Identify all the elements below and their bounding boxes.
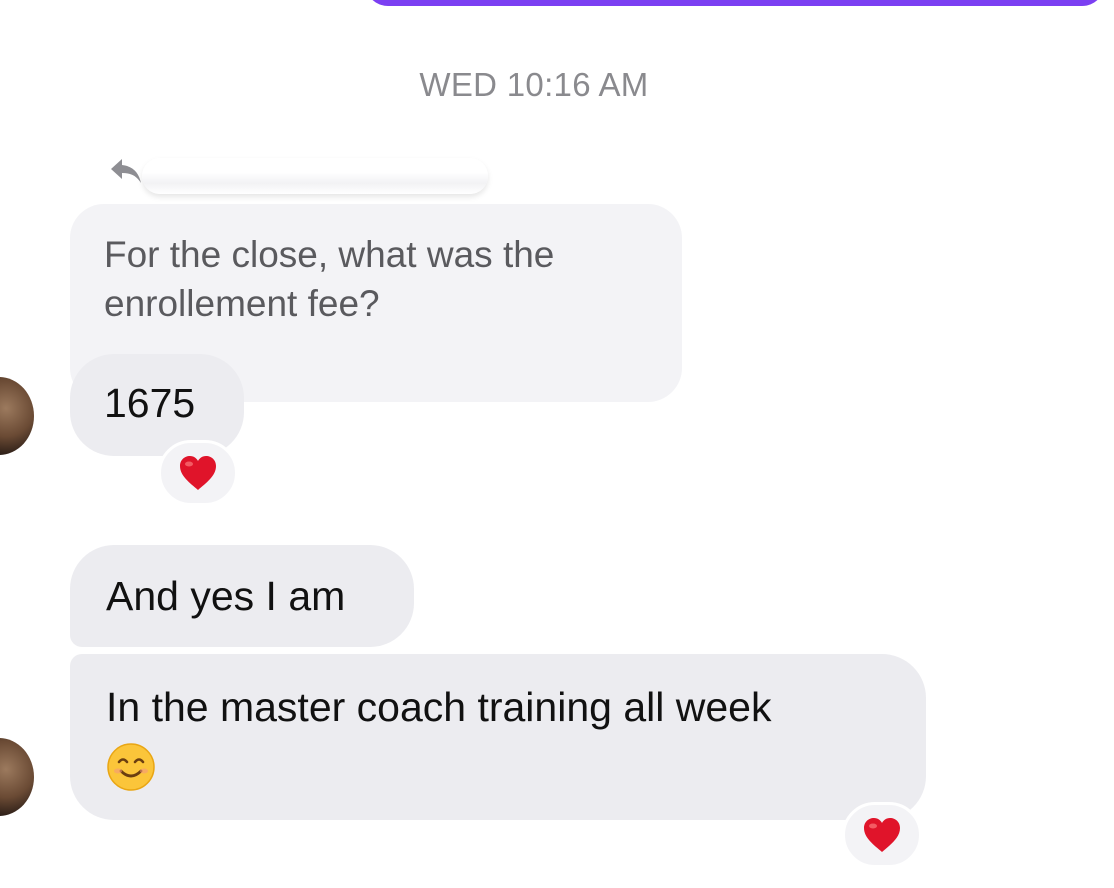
reply-arrow-icon bbox=[108, 156, 144, 186]
message-bubble-and-yes[interactable]: And yes I am bbox=[70, 545, 414, 647]
previous-sent-bubble[interactable] bbox=[365, 0, 1105, 6]
reply-context[interactable] bbox=[108, 150, 488, 202]
quoted-message-text: For the close, what was the enrollement … bbox=[104, 234, 555, 324]
message-bubble-1675[interactable]: 1675 bbox=[70, 354, 244, 456]
reaction-badge[interactable] bbox=[158, 440, 238, 506]
avatar[interactable] bbox=[0, 377, 34, 455]
avatar[interactable] bbox=[0, 738, 34, 816]
smiling-face-icon bbox=[106, 742, 156, 792]
thread-timestamp: WED 10:16 AM bbox=[419, 66, 649, 103]
message-text: In the master coach training all week bbox=[106, 684, 772, 730]
chat-thread: WED 10:16 AM For the close, what was the… bbox=[0, 0, 1114, 888]
reply-sender-redacted bbox=[142, 158, 488, 194]
message-bubble-master-coach[interactable]: In the master coach training all week bbox=[70, 654, 926, 820]
message-text: And yes I am bbox=[106, 573, 346, 619]
heart-icon bbox=[861, 816, 903, 854]
reaction-badge[interactable] bbox=[842, 802, 922, 868]
message-text: 1675 bbox=[104, 380, 196, 426]
heart-icon bbox=[177, 454, 219, 492]
